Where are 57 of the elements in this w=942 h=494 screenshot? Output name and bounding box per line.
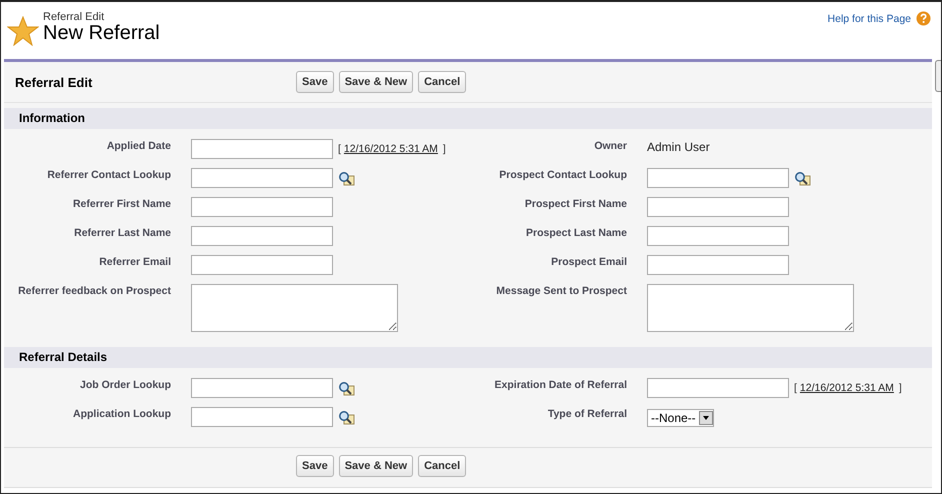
date-field[interactable] bbox=[191, 139, 333, 159]
field-label: Referrer feedback on Prospect bbox=[18, 285, 171, 297]
section-header: Information bbox=[4, 108, 932, 129]
field-label: Prospect Email bbox=[551, 256, 627, 268]
field-label: Application Lookup bbox=[73, 408, 171, 420]
date-bracket: [ bbox=[794, 382, 797, 394]
date-link[interactable]: 12/16/2012 5:31 AM bbox=[800, 382, 894, 394]
field-label: Job Order Lookup bbox=[80, 379, 171, 391]
help-link[interactable]: Help for this Page bbox=[828, 12, 911, 24]
search-icon[interactable] bbox=[338, 381, 355, 396]
field-label: Applied Date bbox=[106, 140, 171, 152]
field-label: Type of Referral bbox=[548, 408, 627, 420]
text-area[interactable] bbox=[191, 284, 398, 332]
panel-title: Referral Edit bbox=[14, 74, 94, 90]
lookup-field[interactable] bbox=[191, 407, 333, 427]
cancel-button[interactable]: Cancel bbox=[418, 71, 466, 93]
date-bracket: [ bbox=[338, 143, 341, 155]
text-field[interactable] bbox=[647, 255, 789, 275]
field-label: Prospect Last Name bbox=[526, 227, 627, 239]
sidebar-toggle[interactable] bbox=[935, 60, 941, 92]
date-field[interactable] bbox=[647, 378, 789, 398]
field-value: Admin User bbox=[647, 139, 710, 154]
field-label: Message Sent to Prospect bbox=[496, 285, 627, 297]
search-icon[interactable] bbox=[338, 171, 355, 186]
date-bracket: ] bbox=[898, 382, 902, 394]
text-field[interactable] bbox=[191, 197, 333, 217]
lookup-field[interactable] bbox=[191, 378, 333, 398]
save-and-new-button[interactable]: Save & New bbox=[338, 71, 414, 93]
cancel-button[interactable]: Cancel bbox=[418, 455, 466, 477]
save-and-new-button[interactable]: Save & New bbox=[338, 455, 414, 477]
page-type-label: Referral Edit bbox=[43, 11, 106, 23]
search-icon[interactable] bbox=[794, 171, 811, 186]
field-label: Prospect First Name bbox=[524, 198, 627, 210]
field-label: Expiration Date of Referral bbox=[494, 379, 627, 391]
date-bracket: ] bbox=[442, 143, 446, 155]
save-button[interactable]: Save bbox=[296, 71, 334, 93]
page-title: New Referral bbox=[43, 22, 160, 45]
text-field[interactable] bbox=[647, 197, 789, 217]
text-field[interactable] bbox=[191, 255, 333, 275]
field-label: Referrer Last Name bbox=[74, 227, 171, 239]
help-icon[interactable] bbox=[916, 11, 931, 26]
type-dropdown[interactable]: --None-- bbox=[647, 409, 714, 427]
star-icon bbox=[7, 16, 39, 46]
text-field[interactable] bbox=[647, 226, 789, 246]
lookup-field[interactable] bbox=[191, 168, 333, 188]
save-button[interactable]: Save bbox=[296, 455, 334, 477]
field-label: Referrer First Name bbox=[72, 198, 171, 210]
field-label: Referrer Contact Lookup bbox=[47, 169, 171, 181]
field-label: Prospect Contact Lookup bbox=[499, 169, 627, 181]
text-field[interactable] bbox=[191, 226, 333, 246]
text-area[interactable] bbox=[647, 284, 854, 332]
date-link[interactable]: 12/16/2012 5:31 AM bbox=[344, 143, 438, 155]
section-header: Referral Details bbox=[4, 347, 932, 368]
search-icon[interactable] bbox=[338, 410, 355, 425]
field-label: Referrer Email bbox=[99, 256, 171, 268]
field-label: Owner bbox=[594, 140, 627, 152]
lookup-field[interactable] bbox=[647, 168, 789, 188]
